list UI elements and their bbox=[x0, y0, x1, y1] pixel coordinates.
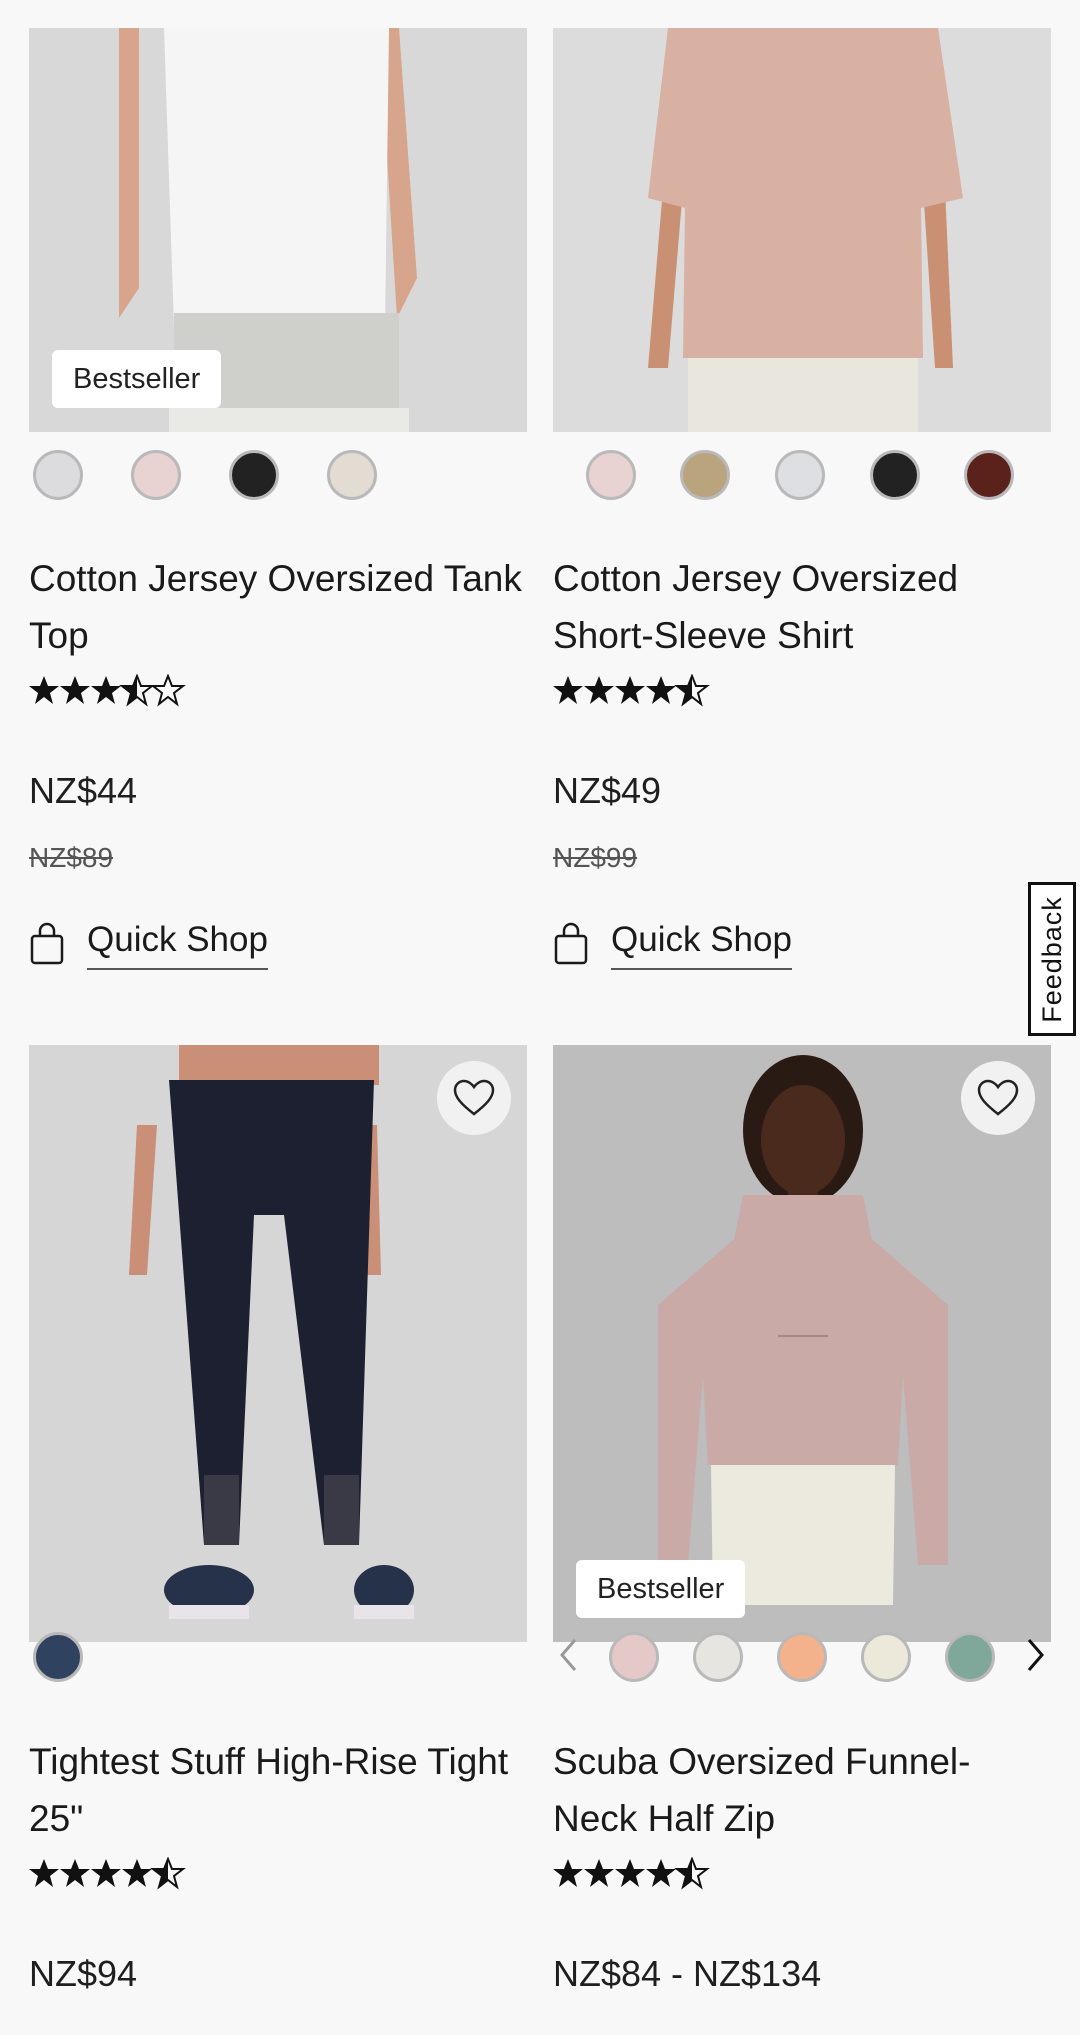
color-swatch[interactable] bbox=[693, 1632, 743, 1682]
product-photo bbox=[553, 28, 1051, 432]
feedback-tab[interactable]: Feedback bbox=[1028, 882, 1076, 1036]
color-swatch[interactable] bbox=[945, 1632, 995, 1682]
color-swatch[interactable] bbox=[964, 450, 1014, 500]
product-title[interactable]: Cotton Jersey Oversized Tank Top bbox=[29, 550, 527, 664]
color-swatch[interactable] bbox=[33, 1632, 83, 1682]
original-price: NZ$99 bbox=[553, 842, 638, 873]
quick-shop-button[interactable]: Quick Shop bbox=[29, 914, 268, 974]
price-range: NZ$84 - NZ$134 bbox=[553, 1953, 822, 1994]
product-photo bbox=[553, 1045, 1051, 1642]
chevron-right-icon bbox=[1027, 1639, 1044, 1671]
quick-shop-label: Quick Shop bbox=[87, 918, 268, 970]
feedback-label: Feedback bbox=[1036, 895, 1067, 1023]
color-swatch[interactable] bbox=[609, 1632, 659, 1682]
product-image[interactable] bbox=[553, 28, 1051, 432]
product-title[interactable]: Tightest Stuff High-Rise Tight 25" bbox=[29, 1733, 527, 1847]
product-image[interactable] bbox=[29, 1045, 527, 1642]
sale-price: NZ$44 bbox=[29, 770, 138, 811]
swatch-prev-button[interactable] bbox=[553, 1626, 583, 1684]
color-swatch[interactable] bbox=[33, 450, 83, 500]
heart-icon bbox=[977, 1079, 1019, 1116]
color-swatch[interactable] bbox=[586, 450, 636, 500]
heart-icon bbox=[453, 1079, 495, 1116]
quick-shop-label: Quick Shop bbox=[611, 918, 792, 970]
wishlist-button[interactable] bbox=[961, 1061, 1035, 1135]
color-swatch[interactable] bbox=[229, 450, 279, 500]
color-swatch[interactable] bbox=[327, 450, 377, 500]
color-swatch[interactable] bbox=[680, 450, 730, 500]
color-swatches bbox=[553, 444, 1051, 504]
shopping-bag-icon bbox=[554, 922, 588, 965]
color-swatch[interactable] bbox=[131, 450, 181, 500]
rating-stars bbox=[553, 674, 713, 708]
color-swatches bbox=[553, 1626, 1051, 1686]
swatch-next-button[interactable] bbox=[1021, 1626, 1051, 1684]
color-swatch[interactable] bbox=[870, 450, 920, 500]
chevron-left-icon bbox=[560, 1639, 577, 1671]
rating-stars bbox=[29, 1857, 189, 1891]
product-photo bbox=[29, 1045, 527, 1642]
color-swatches bbox=[29, 1626, 527, 1686]
color-swatch[interactable] bbox=[861, 1632, 911, 1682]
wishlist-button[interactable] bbox=[437, 1061, 511, 1135]
product-title[interactable]: Cotton Jersey Oversized Short-Sleeve Shi… bbox=[553, 550, 1051, 664]
color-swatch[interactable] bbox=[775, 450, 825, 500]
shopping-bag-icon bbox=[30, 922, 64, 965]
rating-stars bbox=[29, 674, 189, 708]
color-swatches bbox=[29, 444, 527, 504]
bestseller-badge: Bestseller bbox=[52, 350, 222, 408]
price: NZ$94 bbox=[29, 1953, 138, 1994]
product-image[interactable]: Bestseller bbox=[553, 1045, 1051, 1642]
color-swatch[interactable] bbox=[777, 1632, 827, 1682]
original-price: NZ$89 bbox=[29, 842, 114, 873]
product-image[interactable]: Bestseller bbox=[29, 28, 527, 432]
bestseller-badge: Bestseller bbox=[576, 1560, 746, 1618]
quick-shop-button[interactable]: Quick Shop bbox=[553, 914, 792, 974]
sale-price: NZ$49 bbox=[553, 770, 662, 811]
product-title[interactable]: Scuba Oversized Funnel-Neck Half Zip bbox=[553, 1733, 1051, 1847]
rating-stars bbox=[553, 1857, 713, 1891]
